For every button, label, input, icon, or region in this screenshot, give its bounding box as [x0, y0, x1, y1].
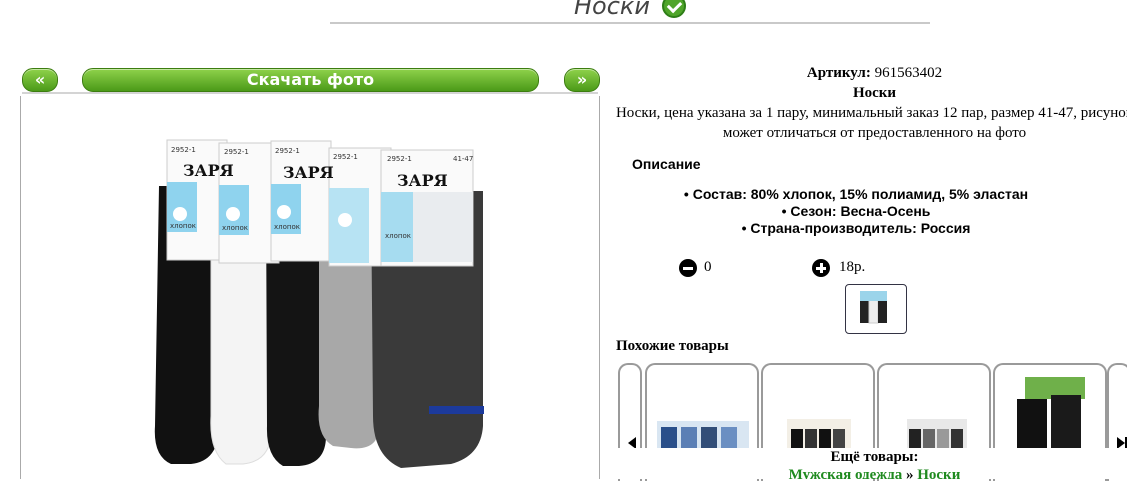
breadcrumb-category-link[interactable]: Мужская одежда: [789, 467, 903, 479]
brand-label-2: ЗАРЯ: [283, 163, 334, 182]
download-photo-button[interactable]: Скачать фото: [82, 68, 539, 92]
breadcrumb-item-link[interactable]: Носки: [917, 467, 960, 479]
spec-list: Состав: 80% хлопок, 15% полиамид, 5% эла…: [616, 186, 1096, 237]
more-products: Ещё товары: Мужская одежда » Носки: [612, 448, 1127, 479]
sku-label: Артикул:: [806, 65, 871, 81]
tag-cotton-2: хлопок: [222, 224, 248, 232]
check-badge-icon: [662, 0, 687, 18]
page-title-row: Носки: [330, 0, 930, 20]
tag-code-1: 2952-1: [171, 146, 196, 154]
similar-heading: Похожие товары: [616, 338, 729, 354]
quantity-value: 0: [704, 259, 712, 275]
page-title: Носки: [573, 0, 651, 20]
tag-code-5: 2952-1: [387, 155, 412, 163]
product-description: Носки, цена указана за 1 пару, минимальн…: [615, 105, 1127, 141]
minus-icon[interactable]: [679, 259, 697, 277]
spec-item: Сезон: Весна-Осень: [616, 203, 1096, 220]
product-photo[interactable]: 2952-1 хлопок 2952-1 хлопок 2952-1 хлопо…: [20, 96, 600, 479]
socks-image: 2952-1 хлопок 2952-1 хлопок 2952-1 хлопо…: [154, 139, 484, 468]
product-info: Артикул: 961563402 Носки Носки, цена ука…: [612, 63, 1127, 143]
product-name: Носки: [852, 85, 897, 101]
gallery-divider: [22, 92, 598, 94]
sku-value: 961563402: [874, 65, 943, 81]
description-heading: Описание: [632, 156, 701, 172]
plus-icon[interactable]: [812, 259, 830, 277]
title-divider: [330, 22, 930, 24]
product-thumbnail[interactable]: [845, 284, 907, 334]
more-heading: Ещё товары:: [830, 449, 919, 465]
tag-size: 41-47: [453, 155, 473, 163]
brand-label-1: ЗАРЯ: [183, 161, 234, 180]
spec-item: Страна-производитель: Россия: [616, 220, 1096, 237]
breadcrumb: Мужская одежда » Носки: [612, 466, 1127, 479]
price: 18р.: [839, 259, 866, 275]
tag-code-3: 2952-1: [275, 147, 300, 155]
tag-cotton-5: хлопок: [385, 232, 411, 240]
tag-code-2: 2952-1: [224, 148, 249, 156]
tag-code-4: 2952-1: [333, 153, 358, 161]
tag-cotton-1: хлопок: [170, 222, 196, 230]
spec-item: Состав: 80% хлопок, 15% полиамид, 5% эла…: [616, 186, 1096, 203]
prev-photo-button[interactable]: «: [22, 68, 58, 92]
breadcrumb-separator: »: [905, 467, 914, 479]
brand-label-3: ЗАРЯ: [397, 171, 448, 190]
tag-cotton-3: хлопок: [274, 223, 300, 231]
next-photo-button[interactable]: »: [564, 68, 600, 92]
